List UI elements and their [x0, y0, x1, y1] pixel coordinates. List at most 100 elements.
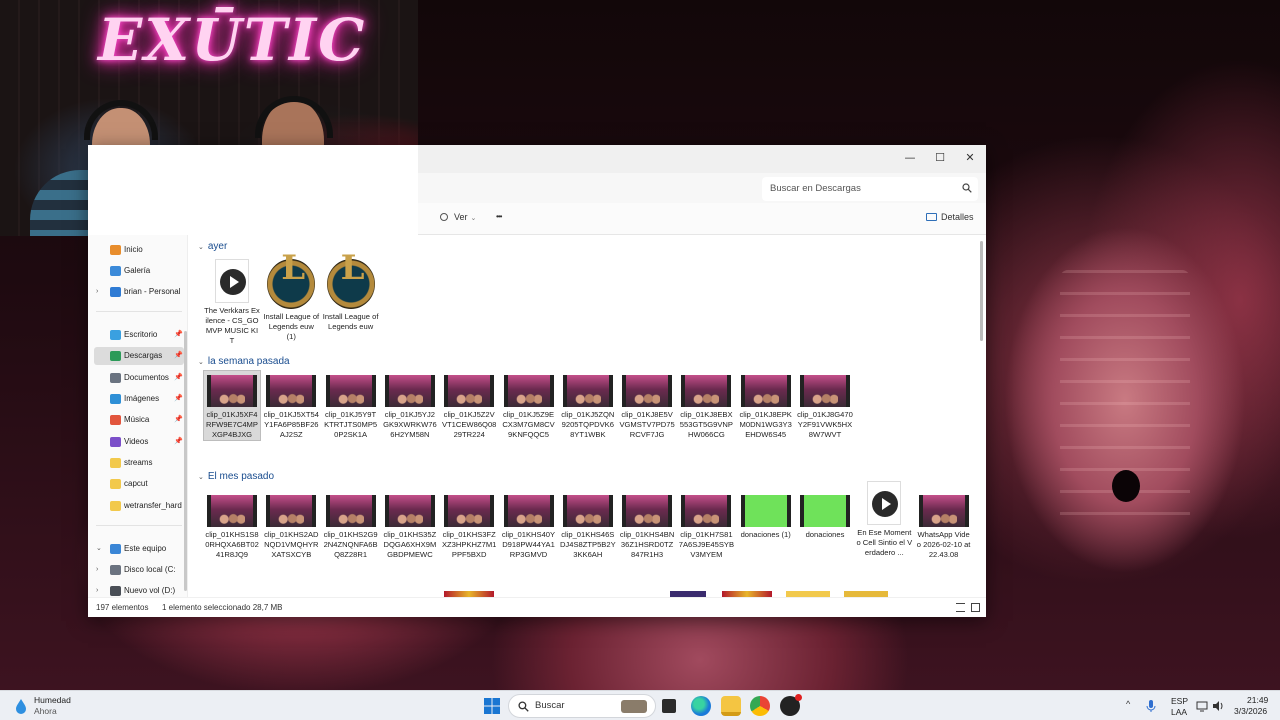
file-item[interactable]: clip_01KHS1S80RHQXA6BT0241R8JQ9 [204, 491, 260, 560]
play-icon [872, 491, 899, 517]
start-icon[interactable] [482, 696, 502, 716]
file-item[interactable]: clip_01KHS40YD918PW44YA1RP3GMVD [501, 491, 557, 560]
file-item[interactable]: clip_01KJ5YJ2GK9XWRKW766H2YM58N [382, 371, 438, 440]
file-item[interactable]: clip_01KHS46SDJ4S8ZTP5B2Y3KK6AH [560, 491, 616, 560]
file-item[interactable]: WhatsApp Video 2026-02-10 at 22.43.08 [916, 491, 972, 560]
file-item[interactable]: Install League of Legends euw [323, 259, 379, 332]
nav-item-documentos[interactable]: Documentos 📌 [94, 369, 184, 387]
nav-item-label: Galería [124, 266, 151, 275]
nav-item-label: wetransfer_hard [124, 501, 182, 510]
close-button[interactable]: ✕ [960, 149, 980, 167]
file-item[interactable]: clip_01KJ5XF4RFW9E7C4MPXGP4BJXG [203, 370, 261, 441]
nav-item-descargas[interactable]: Descargas 📌 [94, 347, 184, 365]
video-thumbnail [622, 495, 673, 527]
file-item[interactable]: The Verkkars Exilence - CS_GO MVP MUSIC … [204, 259, 260, 346]
microphone-icon[interactable] [1146, 699, 1156, 713]
file-item[interactable]: donaciones (1) [738, 491, 794, 540]
file-name: clip_01KHS46SDJ4S8ZTP5B2Y3KK6AH [559, 530, 616, 559]
file-item[interactable]: clip_01KJ5Y9TKTRTJTS0MP50P2SK1A [323, 371, 379, 440]
league-of-legends-icon [326, 259, 375, 309]
pin-icon: 📌 [174, 331, 183, 338]
humidity-icon[interactable] [12, 697, 30, 715]
nav-item-escritorio[interactable]: Escritorio 📌 [94, 326, 184, 344]
nav-item-m-sica[interactable]: Música 📌 [94, 411, 184, 429]
clock-time[interactable]: 21:49 [1247, 695, 1268, 705]
task-view-icon[interactable] [662, 699, 676, 713]
taskbar-search[interactable]: Buscar [508, 694, 656, 718]
maximize-button[interactable]: ☐ [930, 149, 950, 167]
file-explorer-window: — ☐ ✕ Buscar en Descargas Ver ⌄ ••• Detal… [88, 145, 986, 617]
file-explorer-icon[interactable] [721, 696, 741, 716]
volume-icon[interactable] [1212, 700, 1224, 712]
file-name: clip_01KHS1S80RHQXA6BT0241R8JQ9 [205, 530, 259, 559]
nav-item-im-genes[interactable]: Imágenes 📌 [94, 390, 184, 408]
group-header[interactable]: ⌄ la semana pasada [198, 356, 290, 367]
file-name: donaciones (1) [740, 530, 791, 539]
file-item[interactable]: clip_01KHS35ZDQGA6XHX9MGBDPMEWC [382, 491, 438, 560]
file-item[interactable]: clip_01KHS2ADNQD1VMQHYRXATSXCYB [263, 491, 319, 560]
expand-chevron-icon[interactable]: ⌄ [96, 540, 102, 558]
file-item[interactable]: clip_01KHS2G92N4ZNQNFA6BQ8Z28R1 [323, 491, 379, 560]
pin-icon: 📌 [174, 352, 183, 359]
file-item[interactable]: clip_01KJ8E5VVGMSTV7PD75RCVF7JG [619, 371, 675, 440]
pin-icon: 📌 [174, 438, 183, 445]
network-icon[interactable] [1196, 700, 1208, 712]
file-item[interactable]: En Ese Momento Cell Sintio el Verdadero … [856, 481, 912, 558]
app-icon[interactable] [780, 694, 802, 716]
collapse-chevron-icon[interactable]: ⌄ [198, 474, 204, 481]
file-item[interactable]: clip_01KH7S817A6SJ9E45SYBV3MYEM [678, 491, 734, 560]
tray-overflow-chevron[interactable]: ^ [1126, 699, 1130, 709]
file-name: clip_01KJ5ZQN9205TQPDVK68YT1WBK [561, 410, 615, 439]
onedrive-icon [110, 287, 121, 297]
file-item[interactable]: Install League of Legends euw (1) [263, 259, 319, 342]
tiles-view-icon[interactable] [971, 603, 980, 612]
expand-chevron-icon[interactable]: › [96, 561, 98, 579]
collapse-chevron-icon[interactable]: ⌄ [198, 359, 204, 366]
nav-item-este-equipo[interactable]: ⌄ Este equipo [94, 540, 184, 558]
details-button[interactable]: Detalles [926, 212, 974, 222]
content-scrollbar[interactable] [980, 241, 983, 341]
expand-chevron-icon[interactable]: › [96, 283, 98, 301]
video-thumbnail-green [800, 495, 850, 527]
collapse-chevron-icon[interactable]: ⌄ [198, 244, 204, 251]
file-list: ⌄ ayer The Verkkars Exilence - CS_GO MVP M… [190, 235, 980, 597]
language-top[interactable]: ESP [1171, 696, 1188, 706]
details-view-icon[interactable] [956, 603, 965, 612]
file-name: clip_01KJ5Z9ECX3M7GM8CV9KNFQQC5 [502, 410, 555, 439]
file-item[interactable]: clip_01KJ8EBX553GT5G9VNPHW066CG [678, 371, 734, 440]
file-item[interactable]: clip_01KJ5Z9ECX3M7GM8CV9KNFQQC5 [501, 371, 557, 440]
nav-scrollbar[interactable] [184, 331, 187, 591]
file-item[interactable]: clip_01KJ8G470Y2F91VWK5HX8W7WVT [797, 371, 853, 440]
file-item[interactable]: donaciones [797, 491, 853, 540]
search-input[interactable]: Buscar en Descargas [762, 177, 978, 201]
language-bottom[interactable]: LAA [1171, 707, 1187, 717]
video-thumbnail [800, 375, 850, 407]
group-header[interactable]: ⌄ ayer [198, 241, 227, 252]
nav-item-videos[interactable]: Videos 📌 [94, 433, 184, 451]
file-item[interactable]: clip_01KJ8EPKM0DN1WG3Y3EHDW6S45 [738, 371, 794, 440]
file-item[interactable]: clip_01KJ5XT54Y1FA6P85BF26AJ2SZ [263, 371, 319, 440]
nav-item-inicio[interactable]: Inicio [94, 241, 184, 259]
file-item[interactable]: clip_01KJ5ZQN9205TQPDVK68YT1WBK [560, 371, 616, 440]
chrome-icon[interactable] [750, 696, 770, 716]
group-header[interactable]: ⌄ El mes pasado [198, 471, 274, 482]
minimize-button[interactable]: — [900, 149, 920, 167]
nav-item-galer-a[interactable]: Galería [94, 262, 184, 280]
view-button[interactable]: Ver ⌄ [440, 212, 476, 222]
nav-item-streams[interactable]: streams [94, 454, 184, 472]
nav-item-label: Descargas [124, 351, 163, 360]
nav-item-capcut[interactable]: capcut [94, 475, 184, 493]
nav-item-disco-local-c[interactable]: › Disco local (C: [94, 561, 184, 579]
clock-date[interactable]: 3/3/2026 [1234, 706, 1267, 716]
nav-item-label: capcut [124, 479, 148, 488]
videos-icon [110, 437, 121, 447]
more-options-button[interactable]: ••• [496, 212, 502, 221]
file-item[interactable]: clip_01KHS4BN36Z1HSRD0TZ847R1H3 [619, 491, 675, 560]
file-item[interactable]: clip_01KHS3FZXZ3HPKHZ7M1PPF5BXD [441, 491, 497, 560]
nav-item-brian-personal[interactable]: › brian - Personal [94, 283, 184, 301]
details-label: Detalles [941, 212, 974, 222]
nav-item-wetransfer-hard[interactable]: wetransfer_hard [94, 497, 184, 515]
file-item[interactable]: clip_01KJ5Z2VVT1CEW86Q0829TR224 [441, 371, 497, 440]
edge-icon[interactable] [691, 696, 711, 716]
nav-item-label: streams [124, 458, 153, 467]
